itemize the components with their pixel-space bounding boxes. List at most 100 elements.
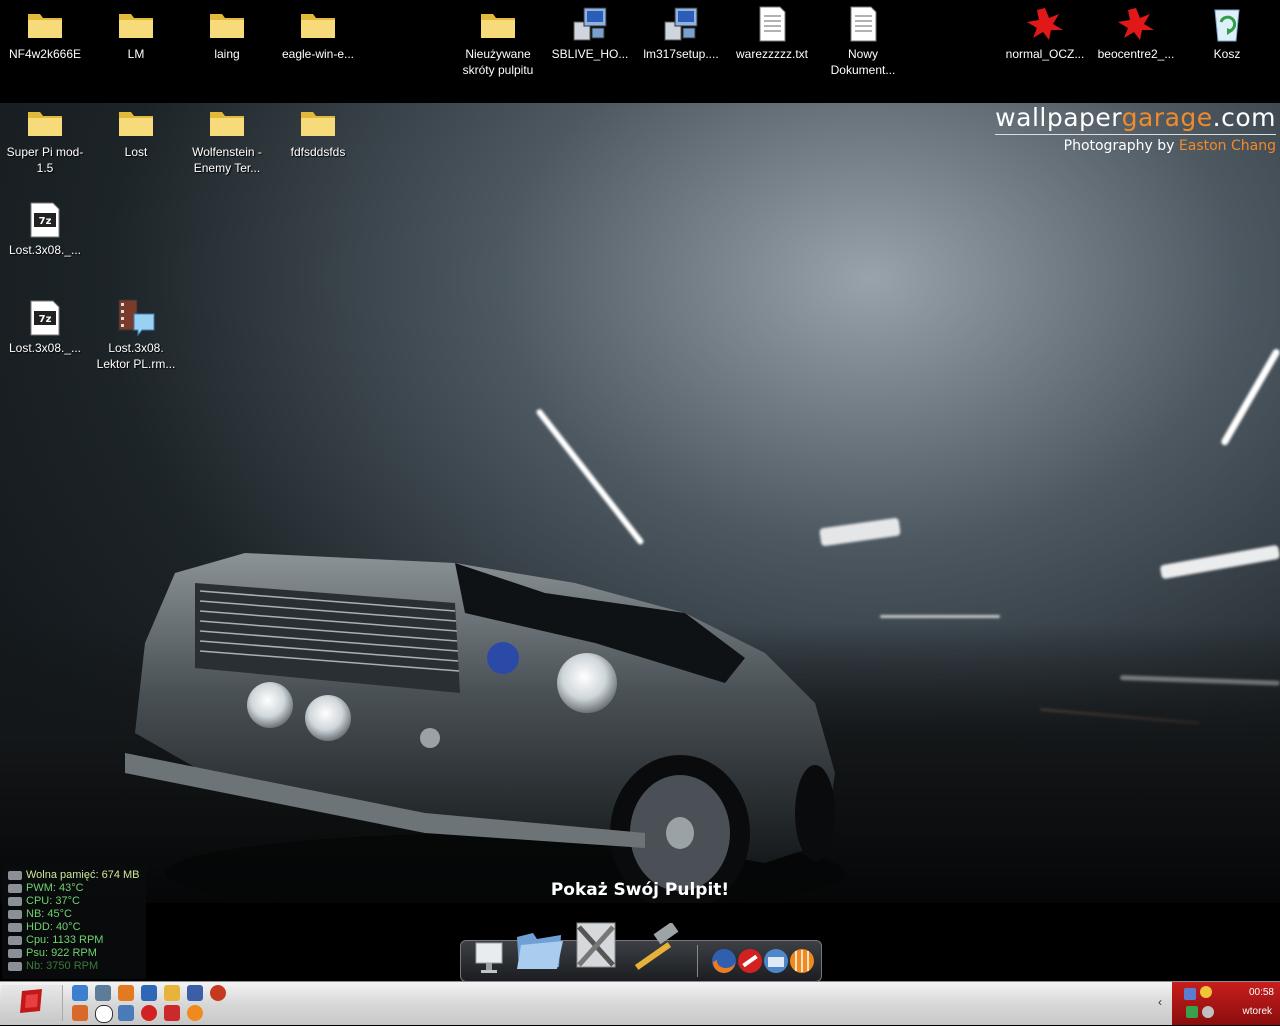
desktop-icon-label: Kosz [1213,47,1241,61]
desktop-icon[interactable]: Nowy Dokument... [819,0,907,78]
desktop-icon-label: Lost.3x08._... [8,341,82,355]
show-desktop-icon[interactable] [473,937,507,982]
desktop-icon[interactable]: LM [92,0,180,62]
folder-icon [92,102,180,142]
desktop-icon-label: LM [127,47,145,61]
wallpaper: wallpapergarage.com Photography by Easto… [0,103,1280,903]
desktop-icon[interactable]: beocentre2_... [1092,0,1180,62]
psu-icon [8,949,22,958]
antivirus-icon[interactable] [737,948,763,979]
antivirus-icon[interactable] [141,1005,157,1021]
light-streak [1220,347,1280,447]
ie-icon[interactable] [72,985,88,1001]
credit-name: Easton Chang [1178,138,1276,154]
desktop-icon-label: Nieużywane skróty pulpitu [462,47,534,77]
firefox-icon[interactable] [118,985,134,1001]
game-icon[interactable] [164,1005,180,1021]
desktop-icon[interactable]: warezzzzz.txt [728,0,816,62]
tray-expand-arrow[interactable]: ‹ [1158,995,1162,1009]
show-desktop-icon[interactable] [95,985,111,1001]
hammer-icon[interactable] [627,921,683,980]
image-file-icon [1092,4,1180,44]
desktop-icon[interactable]: Lost [92,98,180,160]
dock-caption: Pokaż Swój Pulpit! [550,880,730,900]
brand-suffix: .com [1212,103,1276,132]
desktop-icon[interactable]: Lost.3x08. Lektor PL.rm... [92,294,180,372]
desktop-icon-label: laing [214,47,240,61]
desktop-icon[interactable]: Wolfenstein - Enemy Ter... [183,98,271,176]
start-button[interactable] [2,985,63,1021]
desktop-icon-label: Super Pi mod-1.5 [6,145,84,175]
folder-icon [183,102,271,142]
desktop-icon[interactable]: Super Pi mod-1.5 [1,98,89,176]
start-logo-icon [20,989,42,1013]
folder-icon[interactable] [513,923,565,980]
brand-divider [995,134,1276,135]
desktop-icon-label: Nowy Dokument... [830,47,896,77]
desktop-icon-label: Lost.3x08._... [8,243,82,257]
folder-icon [274,4,362,44]
media-icon[interactable] [789,948,815,979]
sysmon-text: HDD: 40°C [26,921,81,933]
desktop-icon[interactable]: lm317setup.... [637,0,725,62]
app-icon[interactable] [72,1005,88,1021]
monitor-icon[interactable] [118,1005,134,1021]
folder-icon [92,4,180,44]
image-file-icon [1001,4,1089,44]
desktop-icon[interactable]: normal_OCZ... [1001,0,1089,62]
installer-icon [546,4,634,44]
sysmon-text: Nb: 3750 RPM [26,960,99,972]
desktop-icon[interactable]: SBLIVE_HO... [546,0,634,62]
7z-archive-icon: 7z [1,298,89,338]
sysmon-text: Cpu: 1133 RPM [26,934,104,946]
folder-icon [183,4,271,44]
media-player-icon[interactable] [210,985,226,1001]
desktop-icon[interactable]: 7z Lost.3x08._... [1,196,89,258]
credit-prefix: Photography by [1063,138,1175,154]
desktop-icon-label: normal_OCZ... [1005,47,1085,61]
desktop-icon[interactable]: NF4w2k666E [1,0,89,62]
desktop-icon-label: warezzzzz.txt [735,47,808,61]
messenger-icon[interactable] [141,985,157,1001]
sysmon-row: Nb: 3750 RPM [2,960,146,973]
desktop-icon[interactable]: fdfsddsfds [274,98,362,160]
system-tray: 00:58 wtorek [1172,982,1280,1025]
desktop-icon-label: beocentre2_... [1097,47,1175,61]
fan-icon [8,936,22,945]
brand-highlight: garage [1121,103,1213,132]
desktop-icon[interactable]: eagle-win-e... [274,0,362,62]
folder-icon [1,102,89,142]
mail-icon[interactable] [763,948,789,979]
fan-icon [8,962,22,971]
speaker-icon[interactable] [1202,1006,1214,1018]
sysmon-row: Cpu: 1133 RPM [2,934,146,947]
desktop-icon[interactable]: 7z Lost.3x08._... [1,294,89,356]
tools-icon[interactable] [569,915,625,980]
desktop-icon[interactable]: Kosz [1183,0,1271,62]
car-illustration [125,553,845,903]
light-streak [880,615,1000,618]
network-icon[interactable] [1184,988,1196,1000]
clock-day: wtorek [1242,1006,1272,1017]
desktop-icon-label: NF4w2k666E [8,47,82,61]
font-icon[interactable] [187,985,203,1001]
media-icon[interactable] [187,1005,203,1021]
dock-bar [460,921,822,982]
desktop-icon[interactable]: laing [183,0,271,62]
svg-text:7z: 7z [39,314,52,325]
clock-time[interactable]: 00:58 [1249,987,1274,998]
tool-icon[interactable] [164,985,180,1001]
sysmon-row: NB: 45°C [2,908,146,921]
text-file-icon [728,4,816,44]
monitor-tray-icon[interactable] [1186,1006,1198,1018]
folder-icon [1,4,89,44]
desktop-icon-label: fdfsddsfds [290,145,346,159]
weather-icon[interactable] [1200,986,1212,998]
recycle-bin-icon [1183,4,1271,44]
desktop-icon-label: Lost [124,145,148,159]
desktop-icon[interactable]: Nieużywane skróty pulpitu [454,0,542,78]
hdd-icon [8,923,22,932]
info-icon[interactable] [95,1005,113,1023]
dock-separator [697,945,698,977]
firefox-icon[interactable] [711,948,737,979]
